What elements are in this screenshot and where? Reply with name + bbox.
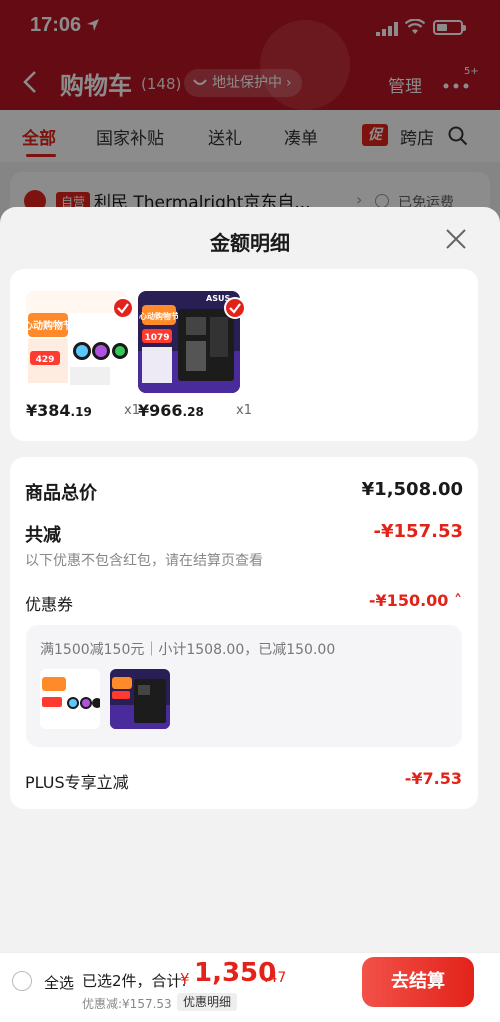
discount-amount-text: 优惠减:¥157.53	[82, 997, 172, 1011]
total-price-value: ¥1,508.00	[361, 479, 463, 500]
chevron-up-icon: ˄	[448, 591, 462, 610]
checkout-button[interactable]: 去结算	[362, 957, 474, 1007]
coupon-label: 优惠券	[25, 595, 74, 614]
image-price: 1079	[144, 333, 169, 343]
coupon-detail-box: 满1500减150元｜小计1508.00，已减150.00	[26, 625, 462, 747]
plus-discount-value: -¥7.53	[404, 769, 462, 788]
selected-count-text: 已选2件，合计:	[82, 972, 187, 990]
total-amount-decimal: .47	[264, 970, 287, 986]
plus-discount-label: PLUS专享立减	[25, 773, 129, 792]
product-checked-icon[interactable]	[112, 297, 134, 319]
product-checked-icon[interactable]	[224, 297, 246, 319]
total-reduction-value: -¥157.53	[373, 521, 463, 542]
total-price-label: 商品总价	[25, 483, 97, 504]
reduction-note: 以下优惠不包含红包，请在结算页查看	[25, 553, 263, 569]
coupon-product-thumbnail	[40, 669, 100, 729]
product-price: ¥384.19	[26, 401, 92, 420]
coupon-value: -¥150.00	[368, 591, 449, 610]
product-quantity: x1	[236, 403, 252, 418]
total-currency: ¥	[180, 970, 190, 988]
selected-products-card: 心动购物节 429 ¥384.19 x1 ASUS 心动购物节 1079 ¥96…	[10, 269, 478, 441]
select-all-radio[interactable]	[12, 971, 32, 991]
promo-text: 心动购物节	[139, 311, 179, 321]
coupon-toggle[interactable]: -¥150.00 ˄	[369, 591, 462, 610]
price-summary-card: 商品总价 ¥1,508.00 共减 -¥157.53 以下优惠不包含红包，请在结…	[10, 457, 478, 809]
product-price: ¥966.28	[138, 401, 204, 420]
image-price: 429	[36, 355, 55, 365]
checkout-bar: 全选 已选2件，合计: ¥ 1,350 .47 优惠减:¥157.53 优惠明细…	[0, 952, 500, 1022]
close-icon[interactable]	[444, 227, 468, 251]
sheet-title: 金额明细	[210, 231, 290, 255]
promo-text: 心动购物节	[26, 319, 73, 332]
select-all-label[interactable]: 全选	[44, 972, 74, 993]
total-reduction-label: 共减	[25, 525, 61, 546]
amount-detail-sheet: 金额明细 心动购物节 429 ¥384.19 x1 ASUS 心动购物节 107…	[0, 207, 500, 952]
coupon-description: 满1500减150元｜小计1508.00，已减150.00	[40, 642, 336, 658]
discount-detail-button[interactable]: 优惠明细	[177, 993, 238, 1011]
coupon-product-thumbnail	[110, 669, 170, 729]
